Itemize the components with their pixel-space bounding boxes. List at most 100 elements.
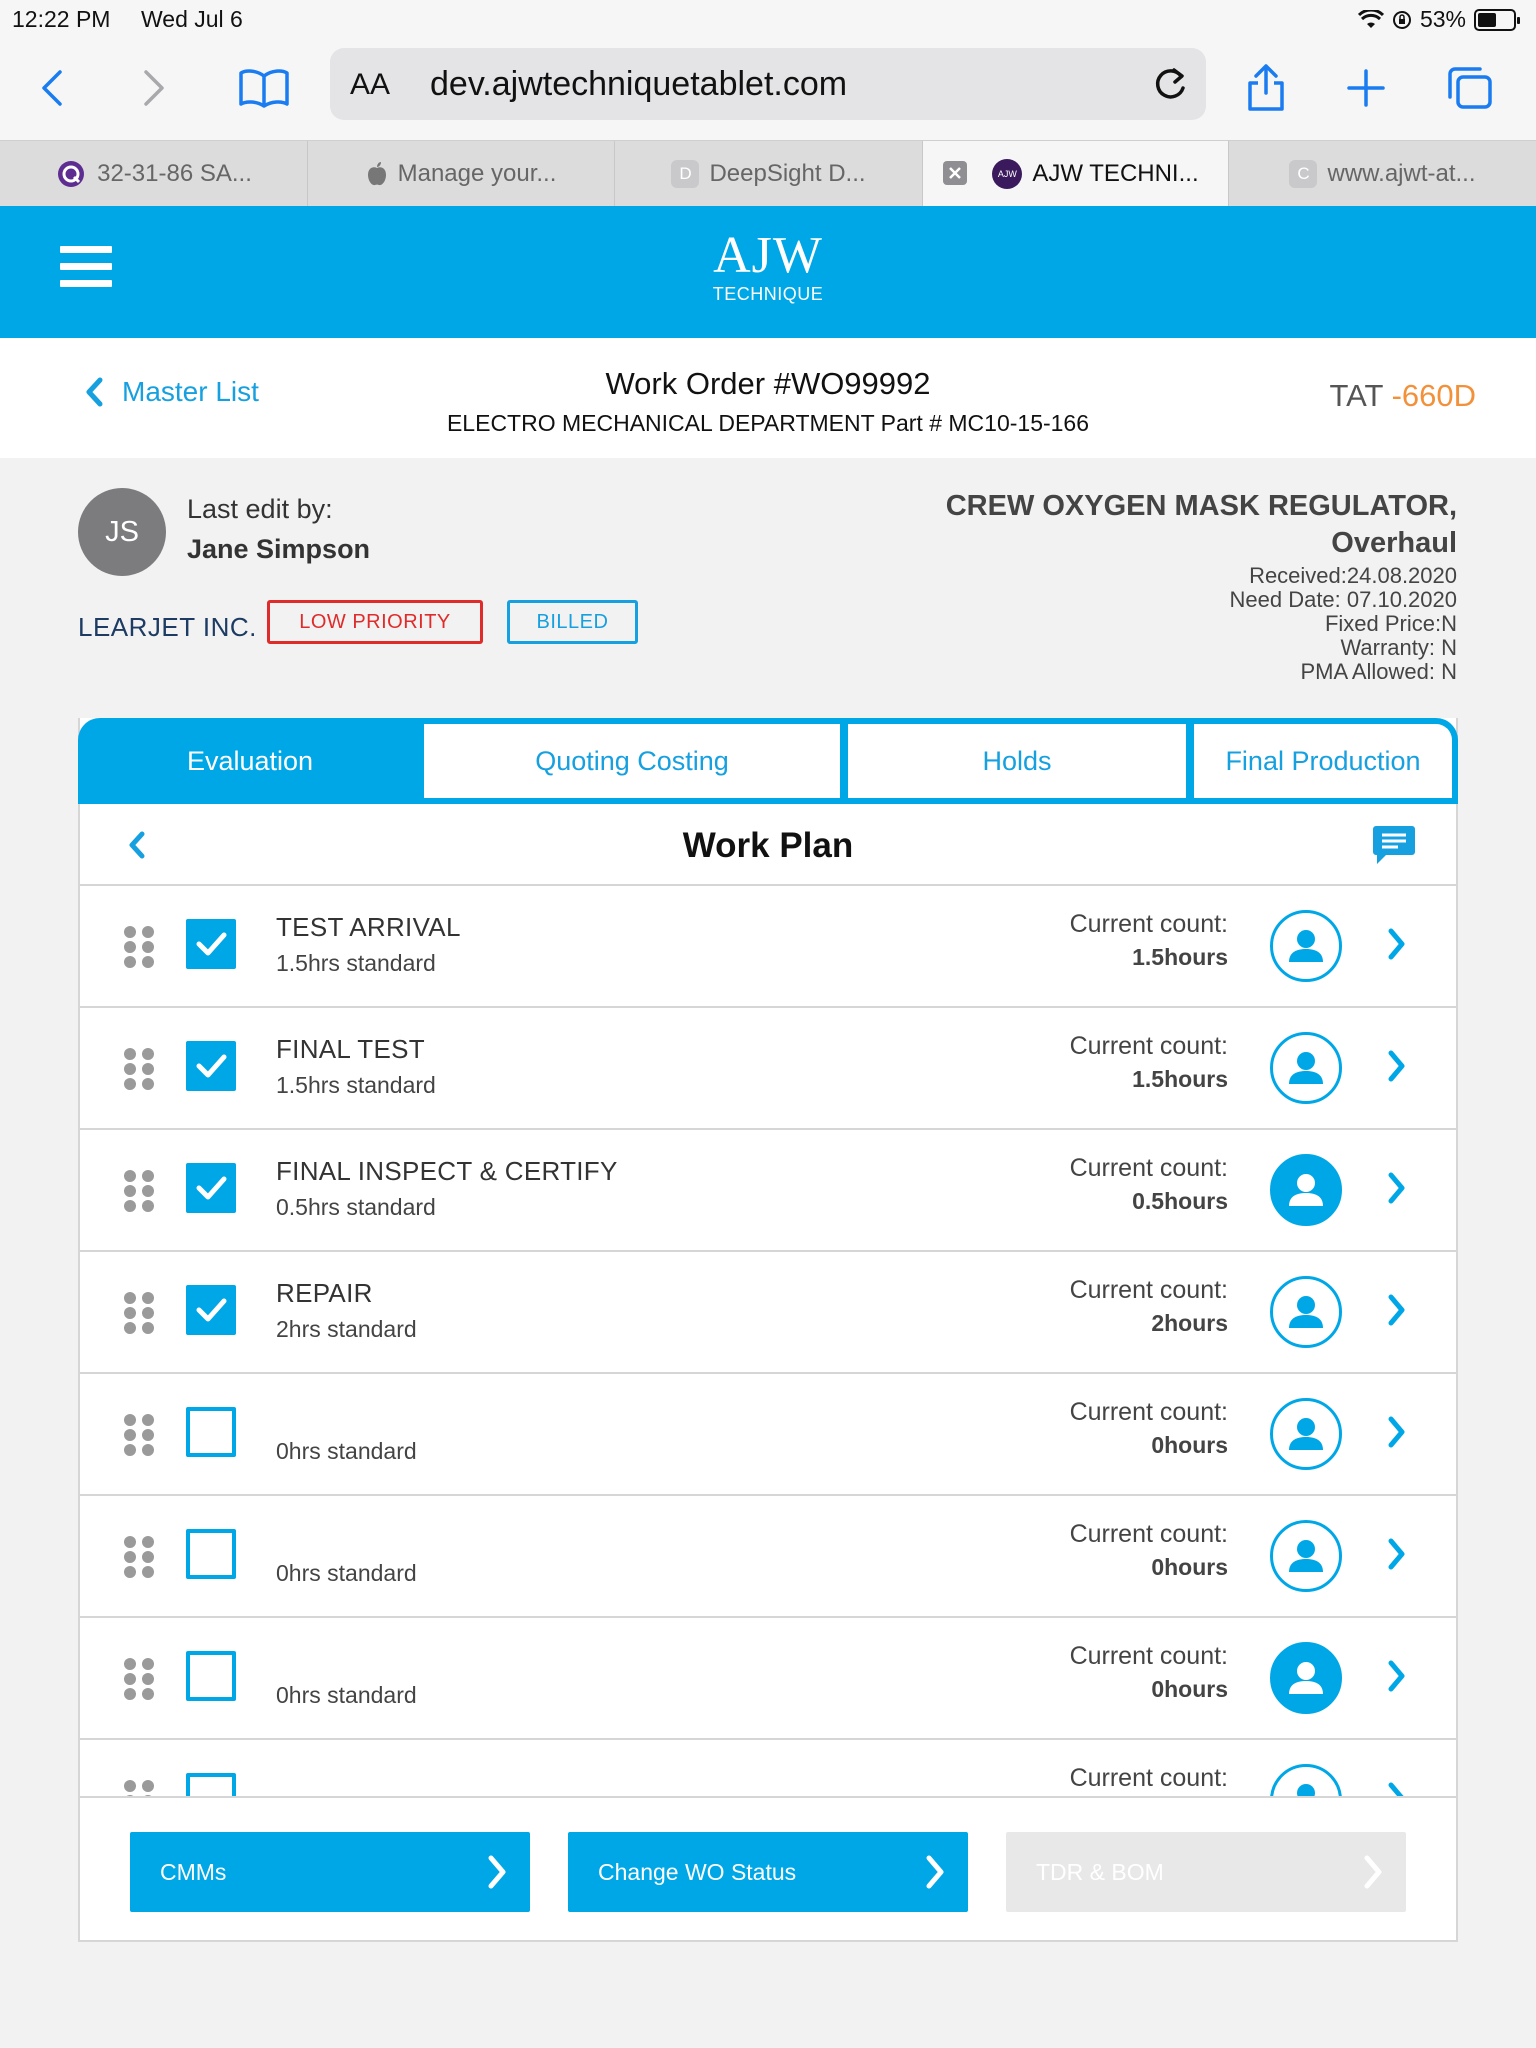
avatar: JS [78,488,166,576]
current-count-value: 1.5hours [1132,1066,1228,1092]
drag-handle-icon[interactable] [124,1414,154,1456]
cmms-button[interactable]: CMMs [130,1832,530,1912]
assign-user-icon[interactable] [1270,1032,1342,1104]
drag-handle-icon[interactable] [124,1048,154,1090]
drag-handle-icon[interactable] [124,1536,154,1578]
task-checkbox[interactable] [186,1651,236,1701]
drag-handle-icon[interactable] [124,926,154,968]
change-wo-status-label: Change WO Status [598,1858,797,1885]
task-checkbox[interactable] [186,1773,236,1796]
current-count-value: 2hours [1151,1310,1228,1336]
work-plan-row[interactable]: 0hrs standard Current count: 0hours [80,1618,1456,1740]
task-standard-hours: 1.5hrs standard [276,950,436,976]
task-checkbox[interactable] [186,1285,236,1335]
work-plan-header: Work Plan [80,804,1456,886]
fixed-price: Fixed Price:N [1324,611,1457,636]
task-checkbox[interactable] [186,1041,236,1091]
chevron-right-icon[interactable] [1386,1780,1408,1796]
drag-handle-icon[interactable] [124,1292,154,1334]
forward-icon[interactable] [124,58,184,118]
current-count-label: Current count: [1069,910,1228,938]
chevron-right-icon[interactable] [1386,1658,1408,1699]
browser-tab-active[interactable]: AJW AJW TECHNI... [923,141,1229,207]
work-plan-row[interactable]: FINAL TEST 1.5hrs standard Current count: 1… [80,1008,1456,1130]
part-name-line2: Overhaul [1331,527,1457,559]
tab-evaluation[interactable]: Evaluation [84,724,416,798]
q-favicon-icon [58,161,85,187]
tab-holds[interactable]: Holds [848,724,1186,798]
part-name-line1: CREW OXYGEN MASK REGULATOR, [945,490,1457,522]
drag-handle-icon[interactable] [124,1658,154,1700]
tat-indicator: TAT -660D [1330,378,1476,414]
close-tab-icon[interactable] [943,161,967,185]
browser-tab-5[interactable]: C www.ajwt-at... [1229,141,1536,207]
chevron-right-icon [926,1855,944,1889]
work-plan-row[interactable]: TEST ARRIVAL 1.5hrs standard Current count… [80,886,1456,1008]
customer-name: LEARJET INC. [78,612,257,642]
drag-handle-icon[interactable] [124,1780,154,1796]
work-plan-row[interactable]: Current count: [80,1740,1456,1796]
tab-quoting-costing[interactable]: Quoting Costing [424,724,840,798]
current-count-value: 1.5hours [1132,944,1228,970]
task-standard-hours: 0hrs standard [276,1682,417,1708]
chevron-right-icon[interactable] [1386,1536,1408,1577]
chevron-right-icon[interactable] [1386,1414,1408,1455]
work-order-header: Master List Work Order #WO99992 ELECTRO … [0,338,1536,458]
current-count-value: 0hours [1151,1676,1228,1702]
work-plan-title: Work Plan [682,826,854,865]
assign-user-icon[interactable] [1270,1642,1342,1714]
cmms-button-label: CMMs [160,1858,227,1885]
wifi-icon [1357,9,1384,28]
tab-final-production[interactable]: Final Production [1194,724,1452,798]
chevron-right-icon[interactable] [1386,1048,1408,1089]
bookmarks-icon[interactable] [234,58,294,118]
new-tab-icon[interactable] [1336,58,1396,118]
part-meta: Received:24.08.2020 Need Date: 07.10.202… [1229,564,1457,684]
task-checkbox[interactable] [186,1407,236,1457]
chevron-right-icon[interactable] [1386,1170,1408,1211]
chevron-right-icon[interactable] [1386,926,1408,967]
tabs-overview-icon[interactable] [1440,58,1500,118]
browser-tab-2[interactable]: Manage your... [308,141,615,207]
work-plan-row[interactable]: 0hrs standard Current count: 0hours [80,1374,1456,1496]
d-favicon-icon: D [671,160,700,188]
work-plan-row[interactable]: REPAIR 2hrs standard Current count: 2hours [80,1252,1456,1374]
reload-icon[interactable] [1150,62,1190,106]
current-count-value: 0hours [1151,1432,1228,1458]
change-wo-status-button[interactable]: Change WO Status [568,1832,968,1912]
url-text[interactable]: dev.ajwtechniquetablet.com [430,65,847,104]
last-edit-label: Last edit by: [187,494,333,524]
assign-user-icon[interactable] [1270,1398,1342,1470]
part-name: CREW OXYGEN MASK REGULATOR, Overhaul [946,488,1457,562]
assign-user-icon[interactable] [1270,1520,1342,1592]
apple-icon [367,162,386,186]
current-count-label: Current count: [1069,1642,1228,1670]
back-icon[interactable] [22,58,82,118]
chevron-right-icon [488,1855,506,1889]
task-checkbox[interactable] [186,1529,236,1579]
chevron-right-icon[interactable] [1386,1292,1408,1333]
current-count-label: Current count: [1069,1764,1228,1792]
assign-user-icon[interactable] [1270,910,1342,982]
status-date: Wed Jul 6 [141,6,243,32]
assign-user-icon[interactable] [1270,1764,1342,1796]
task-checkbox[interactable] [186,1163,236,1213]
tdr-bom-button[interactable]: TDR & BOM [1006,1832,1406,1912]
comment-icon[interactable] [1372,824,1416,866]
priority-badge: LOW PRIORITY [267,600,483,644]
work-plan-row[interactable]: 0hrs standard Current count: 0hours [80,1496,1456,1618]
section-tabs: Evaluation Quoting Costing Holds Final P… [78,718,1458,804]
browser-tab-3[interactable]: D DeepSight D... [615,141,923,207]
reader-options-button[interactable]: AA [350,68,390,102]
browser-tab-1[interactable]: 32-31-86 SA... [0,141,308,207]
assign-user-icon[interactable] [1270,1276,1342,1348]
task-name: TEST ARRIVAL [276,912,461,942]
address-bar[interactable]: AA dev.ajwtechniquetablet.com [330,48,1206,120]
drag-handle-icon[interactable] [124,1170,154,1212]
browser-tab-label: 32-31-86 SA... [97,160,252,187]
work-plan-row[interactable]: FINAL INSPECT & CERTIFY 0.5hrs standard Cu… [80,1130,1456,1252]
current-count-label: Current count: [1069,1276,1228,1304]
assign-user-icon[interactable] [1270,1154,1342,1226]
task-checkbox[interactable] [186,919,236,969]
share-icon[interactable] [1236,58,1296,118]
